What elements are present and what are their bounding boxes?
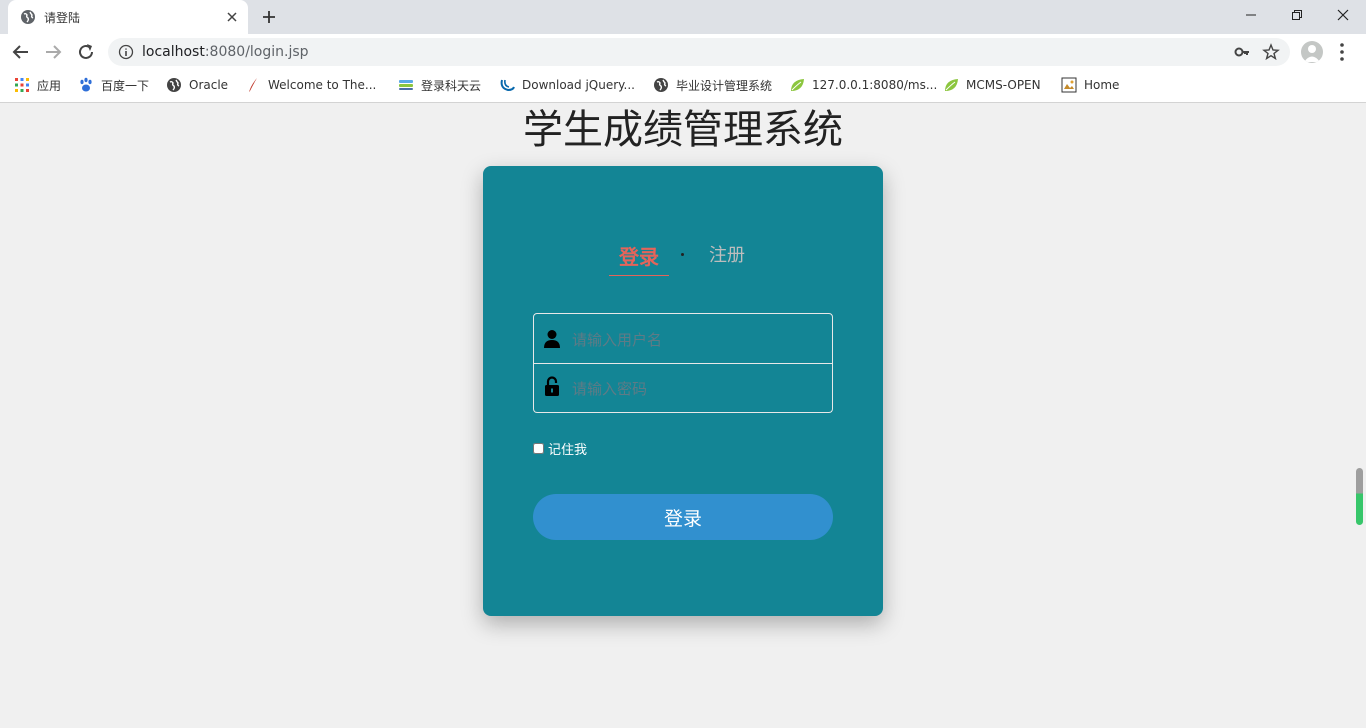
minimize-icon (1246, 14, 1256, 16)
tab-register[interactable]: 注册 (697, 241, 757, 267)
apps-grid-icon (15, 78, 29, 92)
bookmark-label: 127.0.0.1:8080/ms... (812, 78, 938, 92)
bookmark-jquery[interactable]: Download jQuery... (499, 75, 635, 95)
close-icon[interactable] (224, 9, 240, 25)
restore-icon (1292, 10, 1302, 20)
layers-icon (399, 80, 413, 90)
url-path: :8080/login.jsp (204, 44, 309, 60)
person-icon (1304, 45, 1320, 62)
spring-leaf-icon (791, 79, 804, 91)
tab-title: 请登陆 (44, 11, 81, 25)
window-close-icon (1337, 9, 1349, 21)
remember-checkbox[interactable] (533, 442, 544, 454)
bookmark-welcome[interactable]: Welcome to The... (245, 75, 376, 95)
spring-leaf-icon (945, 79, 958, 91)
kebab-menu-icon[interactable] (1335, 41, 1349, 63)
globe-icon (654, 78, 668, 92)
new-tab-plus-icon[interactable] (260, 8, 278, 26)
username-input[interactable] (570, 314, 829, 365)
bookmark-label: 百度一下 (101, 78, 150, 93)
address-bar[interactable]: localhost:8080/login.jsp (108, 38, 1290, 66)
bookmark-label: Welcome to The... (268, 78, 377, 92)
bookmark-home[interactable]: Home (1061, 75, 1119, 95)
page-title: 学生成绩管理系统 (523, 107, 843, 153)
url-text: localhost:8080/login.jsp (142, 44, 309, 60)
info-icon[interactable] (118, 44, 134, 60)
minimize-button[interactable] (1228, 0, 1274, 30)
bookmark-oracle[interactable]: Oracle (166, 75, 228, 95)
bookmark-ketianyun[interactable]: 登录科天云 (398, 75, 481, 95)
restore-button[interactable] (1274, 0, 1320, 30)
browser-tabstrip: 请登陆 (0, 0, 1366, 34)
bookmark-apps[interactable]: 应用 (14, 75, 61, 95)
bookmark-label: 应用 (37, 78, 62, 93)
bookmark-label: Oracle (189, 78, 229, 92)
forward-arrow-icon[interactable] (42, 41, 64, 63)
bookmark-label: 登录科天云 (421, 78, 482, 93)
window-close-button[interactable] (1320, 0, 1366, 30)
bookmarks-bar: 应用 百度一下 Oracle Welcome to The... 登录科天云 D… (0, 69, 1366, 103)
bookmark-biye[interactable]: 毕业设计管理系统 (653, 75, 772, 95)
key-icon[interactable] (1234, 44, 1250, 60)
globe-icon (167, 78, 181, 92)
remember-label: 记住我 (548, 442, 588, 458)
user-icon (544, 330, 560, 348)
image-icon (1061, 77, 1077, 93)
url-host: localhost (142, 44, 205, 60)
bookmark-label: MCMS-OPEN (966, 78, 1041, 92)
bookmark-localhost-ms[interactable]: 127.0.0.1:8080/ms... (789, 75, 937, 95)
tab-separator-dot (681, 253, 684, 256)
tab-login[interactable]: 登录 (609, 241, 669, 270)
bookmark-label: Home (1084, 78, 1120, 92)
jquery-icon (500, 79, 515, 92)
login-button[interactable]: 登录 (533, 494, 833, 540)
feather-icon (249, 78, 257, 92)
star-icon[interactable] (1262, 43, 1280, 61)
browser-tab[interactable]: 请登陆 (8, 0, 248, 34)
login-card: 登录 注册 记住我 登录 (483, 166, 883, 616)
username-field (533, 313, 833, 365)
profile-avatar[interactable] (1301, 41, 1323, 63)
bookmark-label: 毕业设计管理系统 (676, 78, 773, 93)
globe-icon (21, 10, 35, 24)
reload-icon[interactable] (75, 41, 97, 63)
password-input[interactable] (570, 363, 829, 414)
bookmark-baidu[interactable]: 百度一下 (78, 75, 149, 95)
lock-icon (545, 376, 559, 396)
password-field (533, 363, 833, 414)
bookmark-mcms[interactable]: MCMS-OPEN (943, 75, 1041, 95)
baidu-paw-icon (80, 77, 92, 92)
side-scroll-indicator[interactable] (1356, 468, 1363, 525)
remember-me[interactable]: 记住我 (533, 440, 588, 458)
active-tab-underline (609, 275, 669, 276)
back-arrow-icon[interactable] (10, 41, 32, 63)
bookmark-label: Download jQuery... (522, 78, 635, 92)
browser-toolbar: localhost:8080/login.jsp (0, 34, 1366, 69)
